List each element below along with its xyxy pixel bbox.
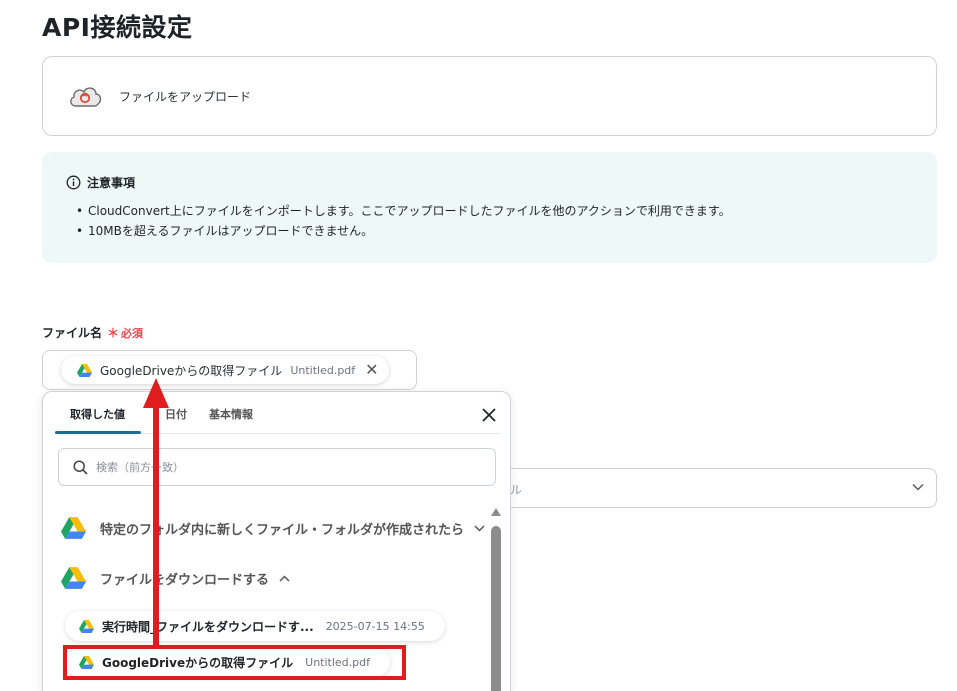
group-label: ファイルをダウンロードする — [100, 572, 270, 588]
cloud-upload-icon — [70, 87, 102, 107]
active-tab-indicator — [55, 431, 141, 434]
notice-list: CloudConvert上にファイルをインポートします。ここでアップロードしたフ… — [66, 201, 913, 241]
chevron-down-icon — [912, 484, 924, 491]
item-sub: 2025-07-15 14:55 — [325, 619, 425, 633]
notice-panel: 注意事項 CloudConvert上にファイルをインポートします。ここでアップロ… — [42, 152, 937, 263]
required-text: 必須 — [121, 326, 144, 340]
close-icon[interactable]: ✕ — [365, 362, 378, 378]
popup-tabs: 取得した値 日付 基本情報 — [55, 392, 500, 434]
value-chip[interactable]: GoogleDriveからの取得ファイル Untitled.pdf ✕ — [61, 356, 389, 384]
tab-basic-info[interactable]: 基本情報 — [209, 406, 253, 422]
tab-retrieved-values[interactable]: 取得した値 — [70, 406, 125, 422]
background-select-text: ル — [510, 483, 523, 497]
scroll-up-arrow-icon[interactable] — [491, 508, 501, 516]
annotation-arrow-head — [143, 378, 169, 408]
chevron-up-icon — [279, 574, 290, 582]
file-name-label: ファイル名 ＊ 必須 — [42, 324, 143, 341]
notice-item: 10MBを超えるファイルはアップロードできません。 — [76, 221, 913, 241]
search-icon — [73, 459, 88, 475]
action-card[interactable]: ファイルをアップロード — [42, 56, 937, 136]
notice-heading: 注意事項 — [66, 174, 913, 191]
background-select[interactable]: ル — [495, 468, 937, 508]
annotation-arrow-shaft — [153, 400, 159, 647]
chip-sub: Untitled.pdf — [290, 363, 356, 377]
field-label-text: ファイル名 — [42, 326, 103, 340]
search-box[interactable] — [58, 448, 496, 486]
close-icon[interactable] — [480, 406, 498, 424]
google-drive-icon — [61, 567, 86, 589]
annotation-highlight-box — [63, 645, 406, 680]
group-download-file[interactable]: ファイルをダウンロードする — [61, 567, 290, 589]
chip-label: GoogleDriveからの取得ファイル — [100, 363, 283, 378]
chevron-down-icon — [474, 524, 485, 532]
scrollbar[interactable] — [490, 504, 502, 691]
tab-date[interactable]: 日付 — [165, 406, 187, 422]
google-drive-icon — [61, 517, 86, 539]
notice-heading-text: 注意事項 — [87, 176, 136, 190]
list-item[interactable]: 実行時間_ファイルをダウンロードす... 2025-07-15 14:55 — [65, 611, 445, 641]
file-name-input[interactable]: GoogleDriveからの取得ファイル Untitled.pdf ✕ — [42, 350, 417, 390]
info-icon — [66, 175, 81, 190]
notice-item: CloudConvert上にファイルをインポートします。ここでアップロードしたフ… — [76, 201, 913, 221]
page-title: API接続設定 — [42, 13, 193, 42]
group-folder-trigger[interactable]: 特定のフォルダ内に新しくファイル・フォルダが作成されたら — [61, 517, 485, 539]
google-drive-icon — [79, 619, 94, 633]
action-label: ファイルをアップロード — [119, 89, 252, 104]
required-mark: ＊ — [107, 326, 120, 340]
item-label: 実行時間_ファイルをダウンロードす... — [102, 619, 314, 634]
google-drive-icon — [77, 363, 92, 377]
scrollbar-thumb[interactable] — [491, 526, 501, 691]
